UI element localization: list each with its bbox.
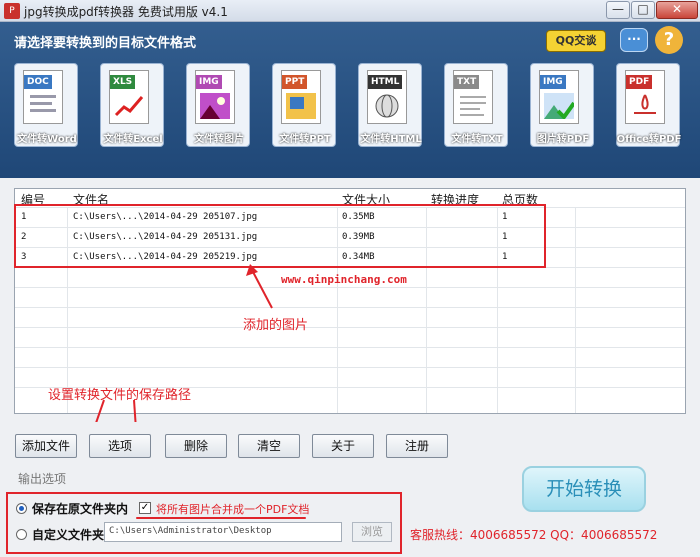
tool-label: 文件转Excel: [103, 134, 163, 145]
doc-file-icon: DOC: [23, 70, 63, 124]
tool-label: 文件转Word: [17, 134, 77, 145]
merge-pdf-label[interactable]: 将所有图片合并成一个PDF文档: [156, 501, 309, 517]
tool-to-txt[interactable]: TXT 文件转TXT: [444, 63, 508, 147]
pdf-file-icon: PDF: [625, 70, 665, 124]
register-button[interactable]: 注册: [386, 434, 448, 458]
tool-tag: HTML: [368, 75, 403, 89]
options-button[interactable]: 选项: [89, 434, 151, 458]
minimize-button[interactable]: —: [606, 1, 630, 19]
save-original-radio[interactable]: [16, 503, 27, 514]
annotation-save-path: 设置转换文件的保存路径: [48, 388, 192, 403]
ppt-file-icon: PPT: [281, 70, 321, 124]
format-panel: 请选择要转换到的目标文件格式 QQ交谈 ··· ? DOC 文件转Word XL…: [0, 22, 700, 178]
format-heading: 请选择要转换到的目标文件格式: [14, 36, 197, 51]
app-icon: P: [4, 3, 20, 19]
tool-tag: TXT: [454, 75, 480, 89]
tool-tag: IMG: [196, 75, 222, 89]
save-original-label[interactable]: 保存在原文件夹内: [32, 500, 128, 517]
delete-button[interactable]: 删除: [165, 434, 227, 458]
tool-image-to-pdf[interactable]: IMG 图片转PDF: [530, 63, 594, 147]
watermark-url: www.qinpinchang.com: [281, 273, 407, 286]
tool-to-ppt[interactable]: PPT 文件转PPT: [272, 63, 336, 147]
start-convert-button[interactable]: 开始转换: [522, 466, 646, 512]
custom-folder-radio[interactable]: [16, 529, 27, 540]
tool-to-image[interactable]: IMG 文件转图片: [186, 63, 250, 147]
merge-pdf-checkbox[interactable]: ✓: [139, 502, 151, 514]
img-file-icon: IMG: [539, 70, 579, 124]
output-options-label: 输出选项: [18, 472, 67, 486]
title-bar: P jpg转换成pdf转换器 免费试用版 v4.1 — □ ✕: [0, 0, 700, 22]
highlight-added-files: [14, 204, 546, 268]
chat-bubble-icon[interactable]: ···: [620, 28, 648, 52]
tool-tag: XLS: [110, 75, 136, 89]
tool-label: 文件转TXT: [451, 134, 503, 145]
tool-tag: PPT: [282, 75, 308, 89]
bottom-panel: 添加文件 选项 删除 清空 关于 注册 输出选项 保存在原文件夹内 ✓ 将所有图…: [0, 422, 700, 557]
tool-tag: IMG: [540, 75, 566, 89]
maximize-button[interactable]: □: [631, 1, 655, 19]
custom-folder-label[interactable]: 自定义文件夹: [32, 526, 104, 543]
txt-file-icon: TXT: [453, 70, 493, 124]
tool-to-excel[interactable]: XLS 文件转Excel: [100, 63, 164, 147]
tool-tag: PDF: [626, 75, 653, 89]
img-file-icon: IMG: [195, 70, 235, 124]
browse-button[interactable]: 浏览: [352, 522, 392, 542]
qq-chat-button[interactable]: QQ交谈: [546, 30, 606, 52]
tool-label: 文件转图片: [194, 134, 244, 145]
close-button[interactable]: ✕: [656, 1, 698, 19]
merge-underline: [136, 517, 306, 519]
tool-label: 文件转PPT: [279, 134, 331, 145]
tool-label: 文件转HTML: [360, 134, 422, 145]
html-file-icon: HTML: [367, 70, 407, 124]
xls-file-icon: XLS: [109, 70, 149, 124]
tool-to-html[interactable]: HTML 文件转HTML: [358, 63, 422, 147]
support-hotline: 客服热线：4006685572 QQ：4006685572: [410, 528, 658, 542]
clear-button[interactable]: 清空: [238, 434, 300, 458]
tool-label: 图片转PDF: [536, 134, 590, 145]
output-path-input[interactable]: C:\Users\Administrator\Desktop: [104, 522, 342, 542]
help-icon[interactable]: ?: [655, 26, 683, 54]
tool-tag: DOC: [24, 75, 52, 89]
tool-label: Office转PDF: [616, 134, 682, 145]
about-button[interactable]: 关于: [312, 434, 374, 458]
window-title: jpg转换成pdf转换器 免费试用版 v4.1: [24, 5, 228, 19]
annotation-added-images: 添加的图片: [243, 318, 309, 333]
tool-to-word[interactable]: DOC 文件转Word: [14, 63, 78, 147]
add-file-button[interactable]: 添加文件: [15, 434, 77, 458]
tool-office-to-pdf[interactable]: PDF Office转PDF: [616, 63, 681, 147]
